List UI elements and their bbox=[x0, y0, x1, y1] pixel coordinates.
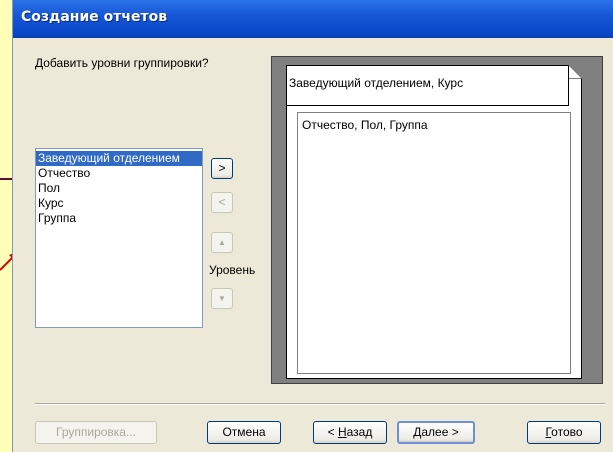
next-button[interactable]: Далее > bbox=[397, 421, 475, 444]
list-item[interactable]: Курс bbox=[36, 196, 202, 211]
title-bar[interactable]: Создание отчетов bbox=[13, 0, 613, 38]
page-fold-icon bbox=[568, 65, 582, 79]
cancel-button[interactable]: Отмена bbox=[207, 421, 281, 444]
priority-up-button[interactable]: ▲ bbox=[211, 232, 233, 253]
separator bbox=[35, 403, 605, 405]
finish-label: отово bbox=[551, 425, 583, 439]
priority-down-button[interactable]: ▼ bbox=[211, 288, 233, 309]
back-button[interactable]: < Назад bbox=[313, 421, 387, 444]
list-item[interactable]: Отчество bbox=[36, 166, 202, 181]
grouping-prompt: Добавить уровни группировки? bbox=[35, 56, 209, 70]
add-level-button[interactable]: > bbox=[211, 158, 233, 179]
back-label: азад bbox=[346, 425, 373, 439]
list-item[interactable]: Заведующий отделением bbox=[36, 151, 202, 166]
fields-listbox[interactable]: Заведующий отделением Отчество Пол Курс … bbox=[35, 148, 203, 328]
arrow-up-icon: ▲ bbox=[218, 238, 226, 247]
grouping-preview: Заведующий отделением, Курс Отчество, По… bbox=[271, 56, 603, 384]
list-item[interactable]: Пол bbox=[36, 181, 202, 196]
back-prefix: < bbox=[327, 425, 338, 439]
window-title: Создание отчетов bbox=[21, 9, 168, 25]
back-accel: Н bbox=[337, 425, 347, 439]
remove-level-button[interactable]: < bbox=[211, 192, 233, 213]
screen: Создание отчетов Добавить уровни группир… bbox=[0, 0, 613, 452]
preview-page: Заведующий отделением, Курс Отчество, По… bbox=[286, 65, 582, 379]
list-item[interactable]: Группа bbox=[36, 211, 202, 226]
finish-button[interactable]: Готово bbox=[527, 421, 601, 444]
grouping-options-button[interactable]: Группировка... bbox=[35, 421, 157, 444]
preview-group-header: Заведующий отделением, Курс bbox=[287, 66, 569, 106]
level-label: Уровень bbox=[209, 263, 256, 277]
report-wizard-window: Создание отчетов Добавить уровни группир… bbox=[12, 0, 613, 452]
arrow-down-icon: ▼ bbox=[218, 294, 226, 303]
next-label: алее > bbox=[421, 425, 459, 439]
preview-group-body: Отчество, Пол, Группа bbox=[297, 112, 571, 374]
